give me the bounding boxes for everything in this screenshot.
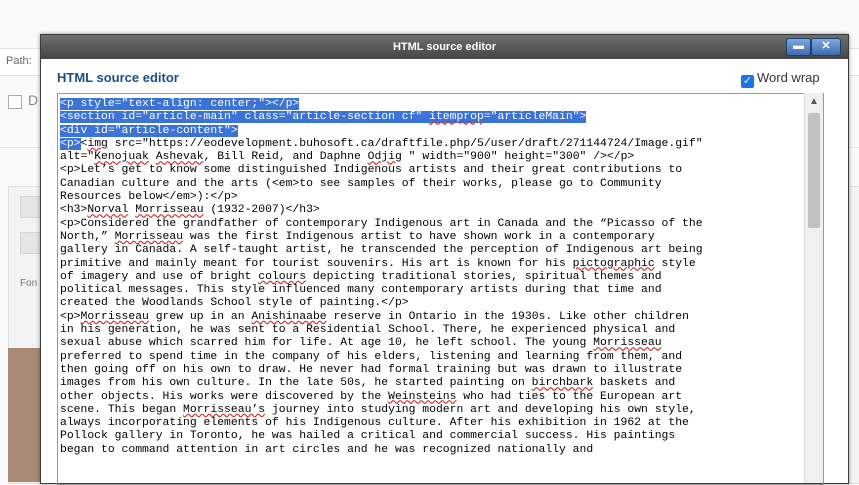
dialog-titlebar[interactable]: HTML source editor ▬ ✕ bbox=[41, 35, 848, 59]
background-checkbox-label: D bbox=[28, 92, 39, 108]
code-line: <p><img src="https://eodevelopment.buhos… bbox=[60, 137, 703, 150]
code-line: <p style="text-align: center;"></p> bbox=[60, 98, 300, 110]
code-line: preferred to spend time in the company o… bbox=[60, 350, 683, 363]
code-line: began to command attention in art circle… bbox=[60, 443, 594, 456]
dialog-title: HTML source editor bbox=[392, 41, 497, 53]
scrollbar-thumb[interactable] bbox=[808, 113, 820, 228]
code-line: North,” Morrisseau was the first Indigen… bbox=[60, 230, 655, 243]
background-checkbox[interactable] bbox=[8, 95, 22, 109]
code-line: always incorporating elements of his Ind… bbox=[60, 417, 689, 430]
word-wrap-checkbox-icon[interactable]: ✓ bbox=[741, 75, 754, 88]
code-line: <p>Let’s get to know some distinguished … bbox=[60, 164, 683, 177]
code-line: Resources below</em>):</p> bbox=[60, 191, 238, 204]
source-code-content[interactable]: <p style="text-align: center;"></p> <sect… bbox=[58, 98, 823, 457]
code-line: <h3>Norval Morrisseau (1932-2007)</h3> bbox=[60, 204, 320, 217]
code-line: <p>Morrisseau grew up in an Anishinaabe … bbox=[60, 310, 689, 323]
word-wrap-label: Word wrap bbox=[757, 70, 820, 85]
code-line: <p>Considered the grandfather of contemp… bbox=[60, 217, 703, 230]
code-line: alt="Kenojuak Ashevak, Bill Reid, and Da… bbox=[60, 151, 635, 164]
html-source-editor-dialog: HTML source editor ▬ ✕ HTML source edito… bbox=[40, 34, 849, 485]
code-line: primitive and mainly meant for tourist s… bbox=[60, 257, 696, 270]
code-line: <div id="article-content"> bbox=[60, 124, 238, 137]
minimize-button[interactable]: ▬ bbox=[786, 38, 811, 56]
code-line: scene. This began Morrisseau’s journey i… bbox=[60, 403, 696, 416]
code-line: images from his own culture. In the late… bbox=[60, 377, 676, 390]
code-line: sexual abuse which scarred him for life.… bbox=[60, 337, 662, 350]
code-line: political messages. This style influence… bbox=[60, 284, 662, 297]
code-line: gallery in Canada. A self-taught artist,… bbox=[60, 244, 703, 257]
code-line: then going off on his own to draw. He ne… bbox=[60, 363, 683, 376]
close-icon: ✕ bbox=[821, 40, 831, 52]
close-button[interactable]: ✕ bbox=[811, 38, 841, 56]
background-image bbox=[8, 348, 42, 482]
scroll-up-icon[interactable]: ▲ bbox=[805, 93, 823, 111]
toolbar-toggle-icon[interactable] bbox=[20, 196, 42, 218]
code-line: Canadian culture and the arts (<em>to se… bbox=[60, 177, 662, 190]
undo-icon[interactable] bbox=[20, 232, 42, 254]
word-wrap-toggle[interactable]: ✓ Word wrap bbox=[741, 70, 820, 88]
vertical-scrollbar[interactable]: ▲ bbox=[804, 93, 823, 483]
code-line: <section id="article-main" class="articl… bbox=[60, 111, 587, 124]
code-line: created the Woodlands School style of pa… bbox=[60, 297, 409, 310]
font-family-label[interactable]: Fon bbox=[20, 278, 37, 289]
code-line: other objects. His works were discovered… bbox=[60, 390, 683, 403]
code-line: of imagery and use of bright colours dep… bbox=[60, 270, 662, 283]
path-label: Path: bbox=[6, 55, 32, 67]
minimize-icon: ▬ bbox=[793, 40, 804, 52]
code-line: Pollock gallery in Toronto, he was haile… bbox=[60, 430, 676, 443]
dialog-heading: HTML source editor bbox=[57, 70, 179, 85]
code-line: in his generation, he was sent to a Resi… bbox=[60, 324, 676, 337]
source-code-textarea[interactable]: <p style="text-align: center;"></p> <sect… bbox=[57, 93, 824, 485]
